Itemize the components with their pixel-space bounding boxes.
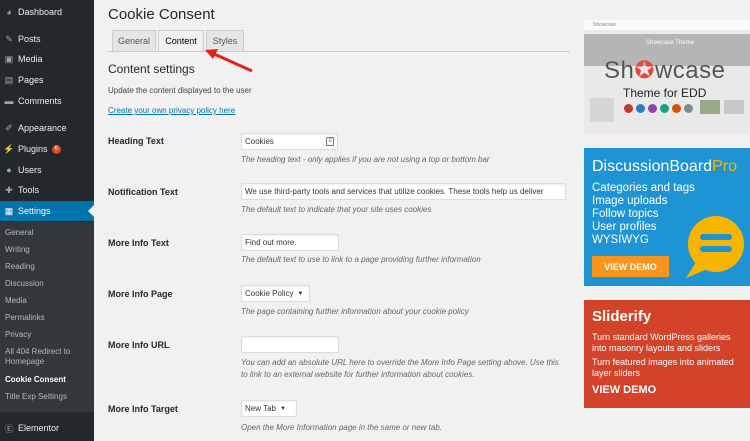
dbp-feature: User profiles xyxy=(592,221,657,233)
chat-bubble-icon xyxy=(686,216,744,278)
dashboard-icon: ◕ xyxy=(6,7,12,17)
admin-sidebar: ◕ Dashboard ✎ Posts ▣ Media ▤ Pages ▬ Co… xyxy=(0,0,94,441)
menu-users[interactable]: ● Users xyxy=(0,160,94,180)
more-info-target-select[interactable]: New Tab ▼ xyxy=(241,400,297,417)
more-info-target-hint: Open the More Information page in the sa… xyxy=(241,423,443,432)
heading-text-hint: The heading text - only applies if you a… xyxy=(241,155,490,164)
more-info-url-hint: You can add an absolute URL here to over… xyxy=(241,358,559,379)
more-info-url-input[interactable] xyxy=(241,336,339,353)
plugins-update-badge: 6 xyxy=(51,144,61,154)
menu-plugins[interactable]: ⚡ Plugins 6 xyxy=(0,139,94,159)
ad-mini-banner-text: Showcase Theme xyxy=(646,40,694,46)
submenu-reading[interactable]: Reading xyxy=(5,262,93,272)
ad-mini-logo: Showcase xyxy=(593,22,617,28)
field-menu-icon[interactable]: ≡ xyxy=(326,137,334,146)
menu-tools[interactable]: ✚ Tools xyxy=(0,180,94,200)
thumb-circle xyxy=(672,104,681,113)
menu-comments[interactable]: ▬ Comments xyxy=(0,91,94,111)
dbp-feature: Follow topics xyxy=(592,208,659,220)
submenu-permalinks[interactable]: Permalinks xyxy=(5,313,93,323)
submenu-title-exp[interactable]: Title Exp Settings xyxy=(5,392,93,402)
dbp-title: DiscussionBoardPro xyxy=(592,158,737,175)
more-info-text-label: More Info Text xyxy=(108,238,169,248)
star-icon: ✪ xyxy=(634,57,655,84)
submenu-cookie-consent[interactable]: Cookie Consent xyxy=(5,375,93,385)
section-title: Content settings xyxy=(108,62,195,76)
showcase-title: Sh✪wcase xyxy=(604,57,726,84)
sliderify-desc: Turn standard WordPress galleries into m… xyxy=(592,332,731,353)
heading-text-label: Heading Text xyxy=(108,136,164,146)
menu-appearance[interactable]: ✐ Appearance xyxy=(0,118,94,138)
notification-text-label: Notification Text xyxy=(108,187,178,197)
submenu-general[interactable]: General xyxy=(5,228,93,238)
more-info-text-input[interactable]: Find out more. xyxy=(241,234,339,251)
menu-media[interactable]: ▣ Media xyxy=(0,49,94,69)
submenu-media[interactable]: Media xyxy=(5,296,93,306)
more-info-page-select[interactable]: Cookie Policy ▼ xyxy=(241,285,310,302)
tab-content[interactable]: Content xyxy=(158,30,204,52)
annotation-arrow-icon xyxy=(205,49,253,73)
wrench-icon: ✚ xyxy=(5,184,13,195)
ad-photo-thumb xyxy=(700,100,720,114)
dbp-feature: WYSIWYG xyxy=(592,234,649,246)
heading-text-input[interactable]: Cookies ≡ xyxy=(241,133,338,150)
more-info-target-label: More Info Target xyxy=(108,404,178,414)
section-description: Update the content displayed to the user xyxy=(108,86,252,95)
user-icon: ● xyxy=(6,165,12,175)
submenu-privacy[interactable]: Privacy xyxy=(5,330,93,340)
tab-divider xyxy=(108,51,570,52)
thumb-circle xyxy=(624,104,633,113)
media-icon: ▣ xyxy=(4,53,14,64)
ad-discussionboard-pro[interactable]: DiscussionBoardPro Categories and tags I… xyxy=(584,148,750,286)
submenu-writing[interactable]: Writing xyxy=(5,245,93,255)
thumb-circle xyxy=(660,104,669,113)
sliderify-desc: Turn featured images into animated layer… xyxy=(592,357,734,378)
plug-icon: ⚡ xyxy=(3,143,15,154)
ad-photo-thumb xyxy=(724,100,744,114)
ad-map-thumb xyxy=(590,98,614,122)
showcase-subtitle: Theme for EDD xyxy=(623,86,707,100)
pin-icon: ✎ xyxy=(5,33,13,44)
sliderify-view-demo-button[interactable]: VIEW DEMO xyxy=(592,384,656,396)
menu-dashboard[interactable]: ◕ Dashboard xyxy=(0,2,94,22)
menu-elementor[interactable]: Ⓔ Elementor xyxy=(0,418,94,438)
settings-submenu: General Writing Reading Discussion Media… xyxy=(0,222,94,412)
dropdown-arrow-icon: ▼ xyxy=(279,405,286,412)
elementor-icon: Ⓔ xyxy=(4,423,14,434)
privacy-policy-link[interactable]: Create your own privacy policy here xyxy=(108,106,235,115)
sliderify-title: Sliderify xyxy=(592,308,652,325)
ad-sliderify[interactable]: Sliderify Turn standard WordPress galler… xyxy=(584,300,750,408)
brush-icon: ✐ xyxy=(5,122,13,133)
settings-icon: ▦ xyxy=(4,205,14,216)
ad-mini-header: Showcase xyxy=(584,20,750,30)
notification-text-input[interactable]: We use third-party tools and services th… xyxy=(241,183,566,200)
ad-showcase-theme[interactable]: Showcase Showcase Theme Sh✪wcase Theme f… xyxy=(584,20,750,134)
page-title: Cookie Consent xyxy=(108,6,215,23)
dropdown-arrow-icon: ▼ xyxy=(297,290,304,297)
more-info-page-label: More Info Page xyxy=(108,289,173,299)
submenu-discussion[interactable]: Discussion xyxy=(5,279,93,289)
dbp-feature: Image uploads xyxy=(592,195,668,207)
menu-pages[interactable]: ▤ Pages xyxy=(0,70,94,90)
more-info-text-hint: The default text to use to link to a pag… xyxy=(241,255,481,264)
comment-icon: ▬ xyxy=(4,96,14,106)
menu-posts[interactable]: ✎ Posts xyxy=(0,29,94,49)
dbp-feature: Categories and tags xyxy=(592,182,695,194)
dbp-view-demo-button[interactable]: VIEW DEMO xyxy=(592,256,669,277)
thumb-circle xyxy=(648,104,657,113)
tab-general[interactable]: General xyxy=(112,30,156,52)
submenu-404-redirect[interactable]: All 404 Redirect to Homepage xyxy=(5,347,93,367)
thumb-circle xyxy=(684,104,693,113)
menu-settings[interactable]: ▦ Settings xyxy=(0,201,94,221)
more-info-page-hint: The page containing further information … xyxy=(241,307,469,316)
thumb-circle xyxy=(636,104,645,113)
page-icon: ▤ xyxy=(4,74,14,85)
notification-text-hint: The default text to indicate that your s… xyxy=(241,205,432,214)
more-info-url-label: More Info URL xyxy=(108,340,170,350)
